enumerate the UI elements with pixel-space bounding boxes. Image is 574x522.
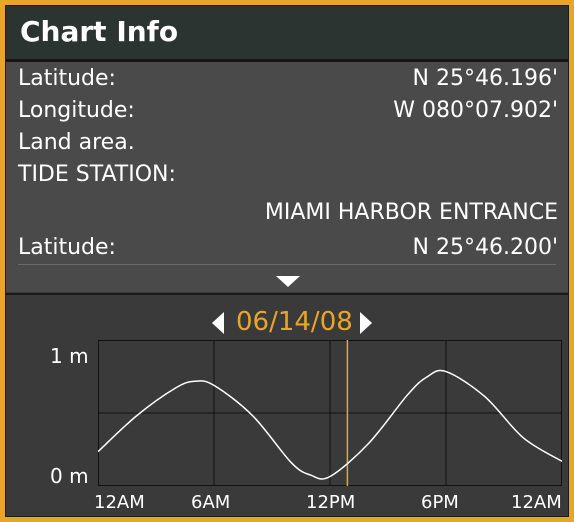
info-section: Latitude: N 25°46.196' Longitude: W 080°… (6, 62, 568, 292)
land-area-row: Land area. (6, 127, 568, 159)
chart-info-window: Chart Info Latitude: N 25°46.196' Longit… (5, 5, 569, 517)
tide-station-row: TIDE STATION: (6, 159, 568, 191)
station-latitude-value: N 25°46.200' (412, 235, 558, 260)
x-tick-label: 12AM (511, 492, 562, 513)
info-separator (18, 264, 556, 265)
latitude-label: Latitude: (18, 66, 116, 91)
longitude-row: Longitude: W 080°07.902' (6, 95, 568, 127)
scroll-down-icon[interactable] (276, 276, 300, 287)
window-title: Chart Info (20, 15, 179, 48)
x-tick-label: 12AM (94, 492, 145, 513)
land-area-label: Land area. (18, 130, 135, 155)
x-tick-label: 12PM (306, 492, 356, 513)
latitude-row: Latitude: N 25°46.196' (6, 63, 568, 95)
title-bar: Chart Info (6, 6, 568, 62)
x-tick-label: 6AM (191, 492, 231, 513)
station-name-row: MIAMI HARBOR ENTRANCE (6, 197, 568, 229)
station-name-value: MIAMI HARBOR ENTRANCE (264, 200, 558, 225)
next-day-icon[interactable] (360, 312, 372, 334)
tide-station-label: TIDE STATION: (18, 162, 176, 187)
station-latitude-row: Latitude: N 25°46.200' (6, 232, 568, 264)
station-latitude-label: Latitude: (18, 235, 116, 260)
tide-chart (98, 340, 562, 486)
longitude-label: Longitude: (18, 98, 135, 123)
latitude-value: N 25°46.196' (412, 66, 558, 91)
section-divider (6, 293, 568, 295)
longitude-value: W 080°07.902' (393, 98, 558, 123)
y-label-top: 1 m (50, 344, 89, 368)
tide-date: 06/14/08 (236, 307, 353, 337)
x-tick-label: 6PM (421, 492, 459, 513)
y-label-bottom: 0 m (50, 464, 89, 488)
previous-day-icon[interactable] (212, 312, 224, 334)
date-selector: 06/14/08 (6, 304, 568, 340)
